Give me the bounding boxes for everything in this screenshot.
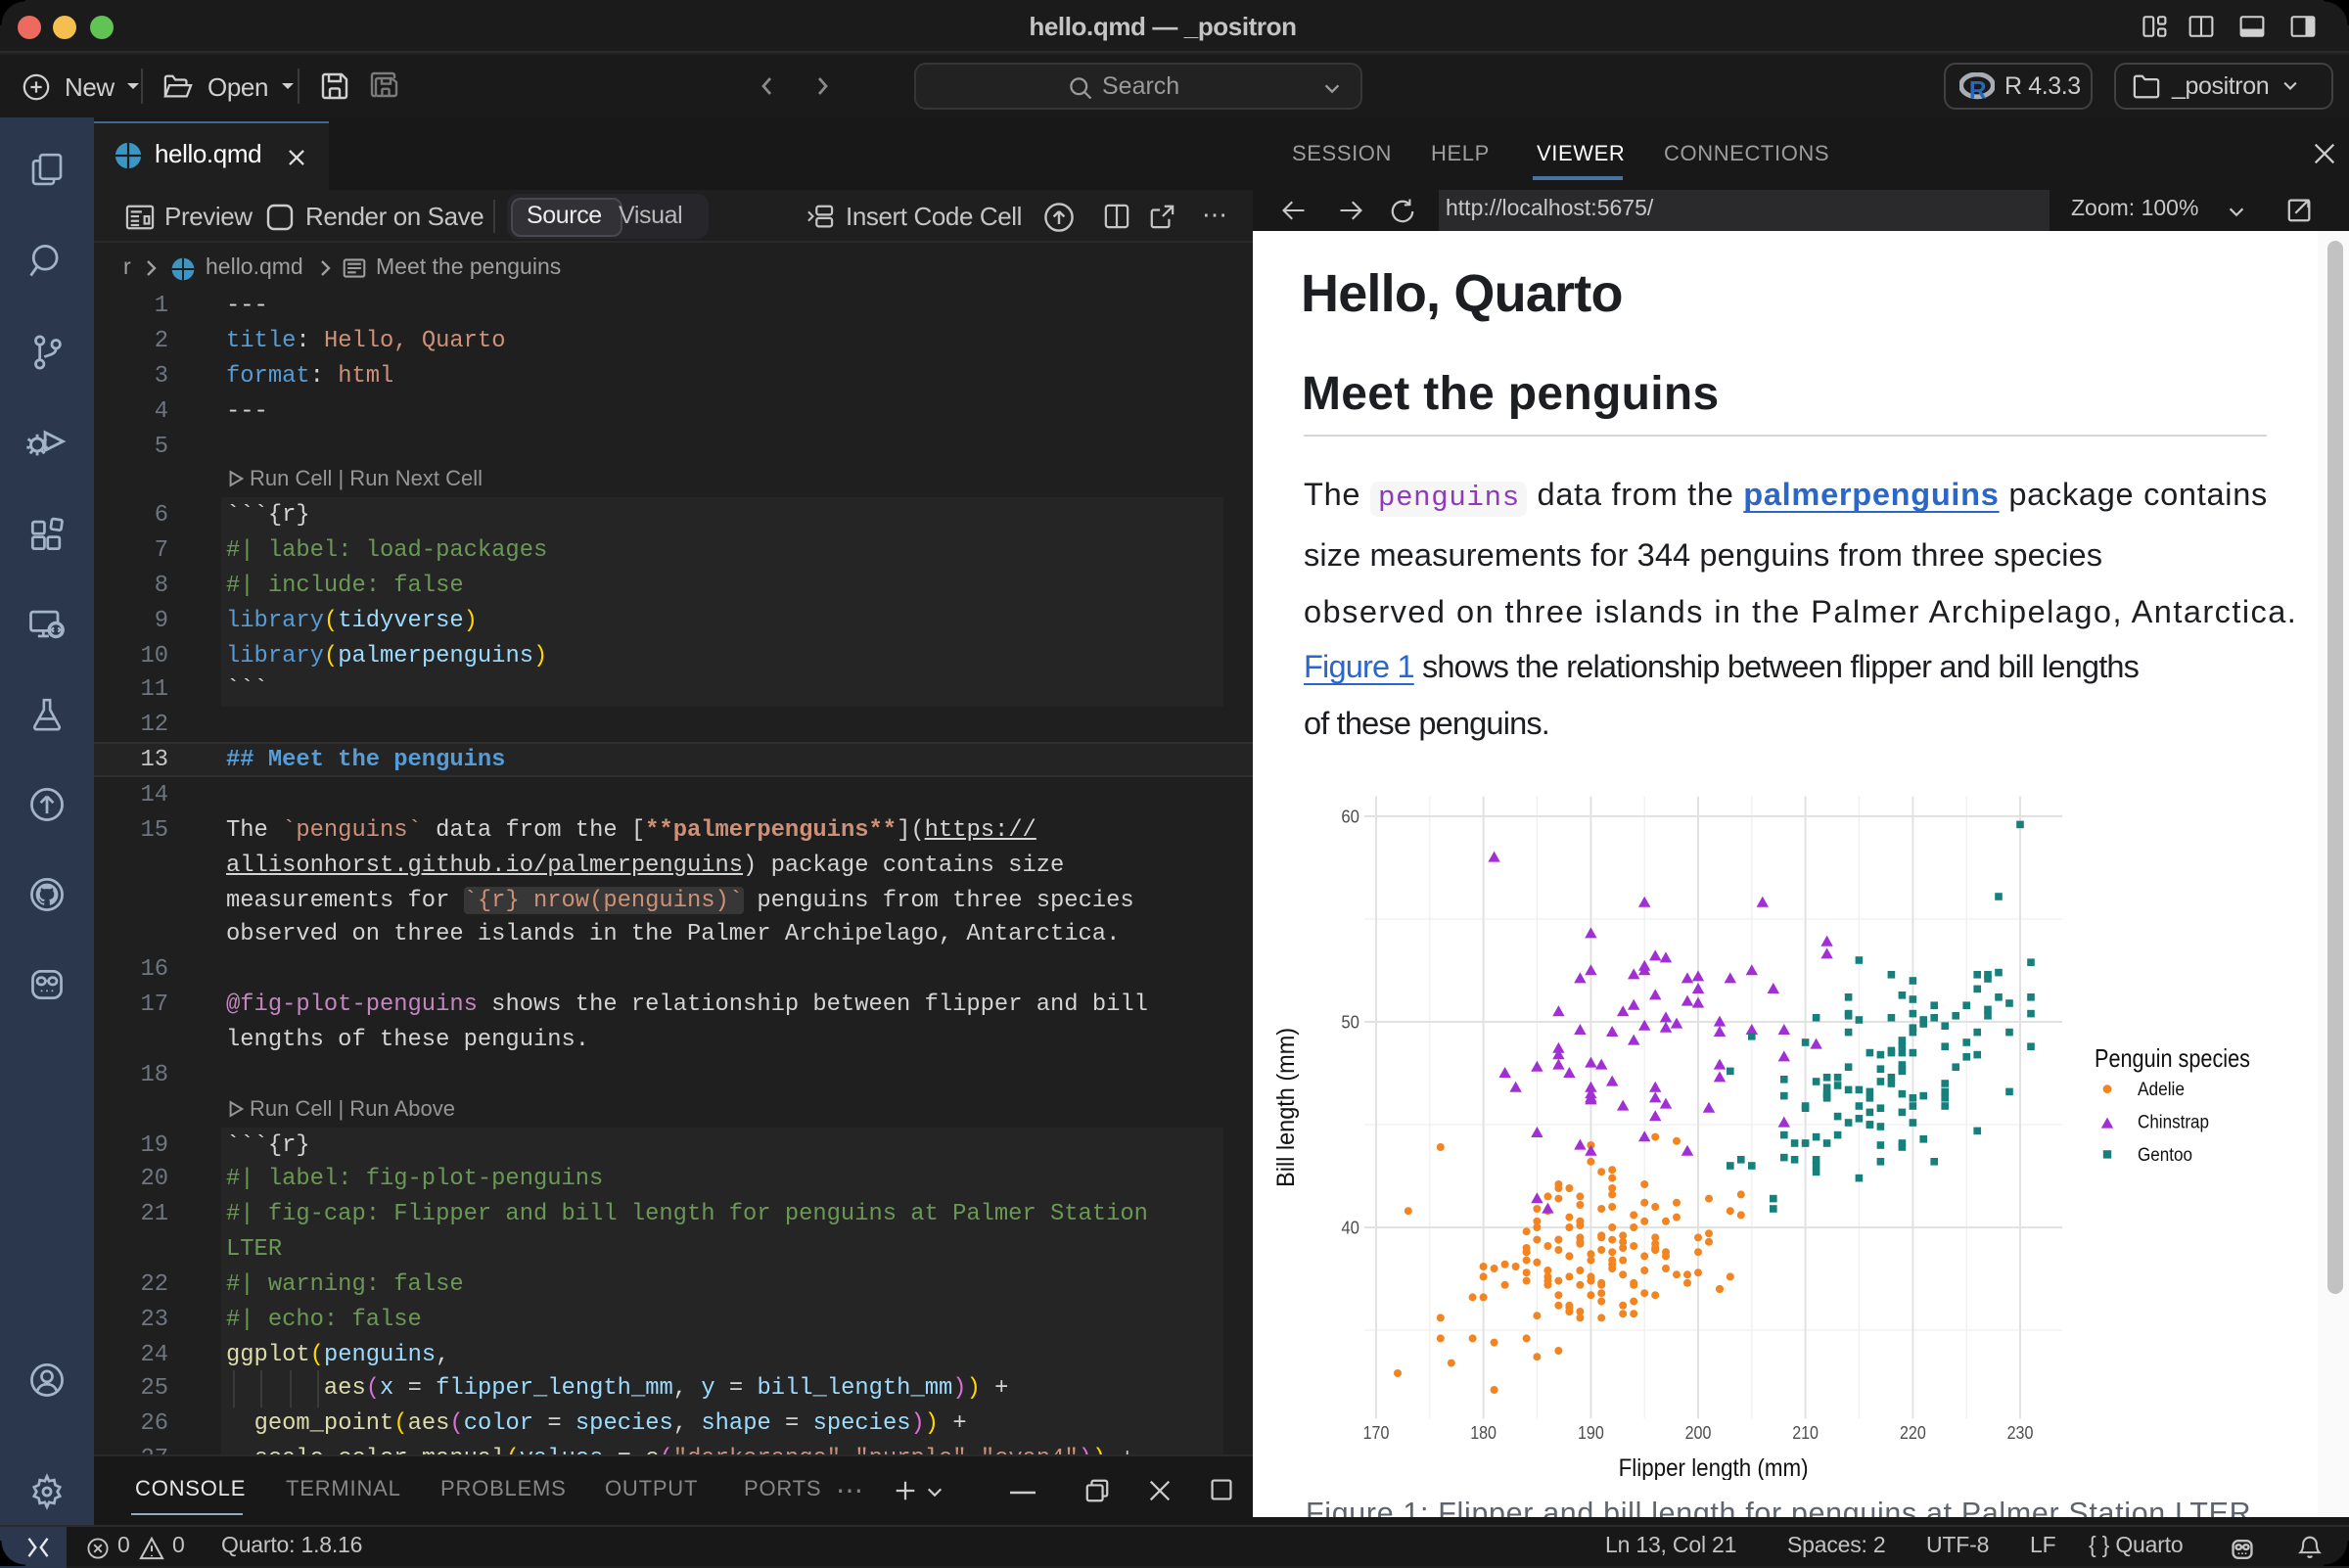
svg-text:220: 220: [1900, 1423, 1926, 1443]
svg-text:Flipper length (mm): Flipper length (mm): [1619, 1454, 1809, 1480]
svg-text:Chinstrap: Chinstrap: [2138, 1113, 2209, 1133]
svg-text:Gentoo: Gentoo: [2138, 1145, 2192, 1166]
svg-text:Adelie: Adelie: [2138, 1080, 2185, 1100]
svg-text:180: 180: [1470, 1423, 1497, 1443]
svg-text:Bill length (mm): Bill length (mm): [1272, 1028, 1300, 1187]
svg-text:170: 170: [1363, 1423, 1390, 1443]
svg-text:210: 210: [1792, 1423, 1819, 1443]
svg-text:230: 230: [2007, 1423, 2034, 1443]
svg-text:R: R: [1969, 76, 1987, 101]
svg-text:40: 40: [1341, 1219, 1359, 1238]
svg-text:190: 190: [1578, 1423, 1604, 1443]
svg-text:60: 60: [1341, 807, 1359, 827]
svg-text:200: 200: [1685, 1423, 1712, 1443]
svg-text:Penguin species: Penguin species: [2095, 1043, 2250, 1073]
svg-text:50: 50: [1341, 1013, 1359, 1033]
